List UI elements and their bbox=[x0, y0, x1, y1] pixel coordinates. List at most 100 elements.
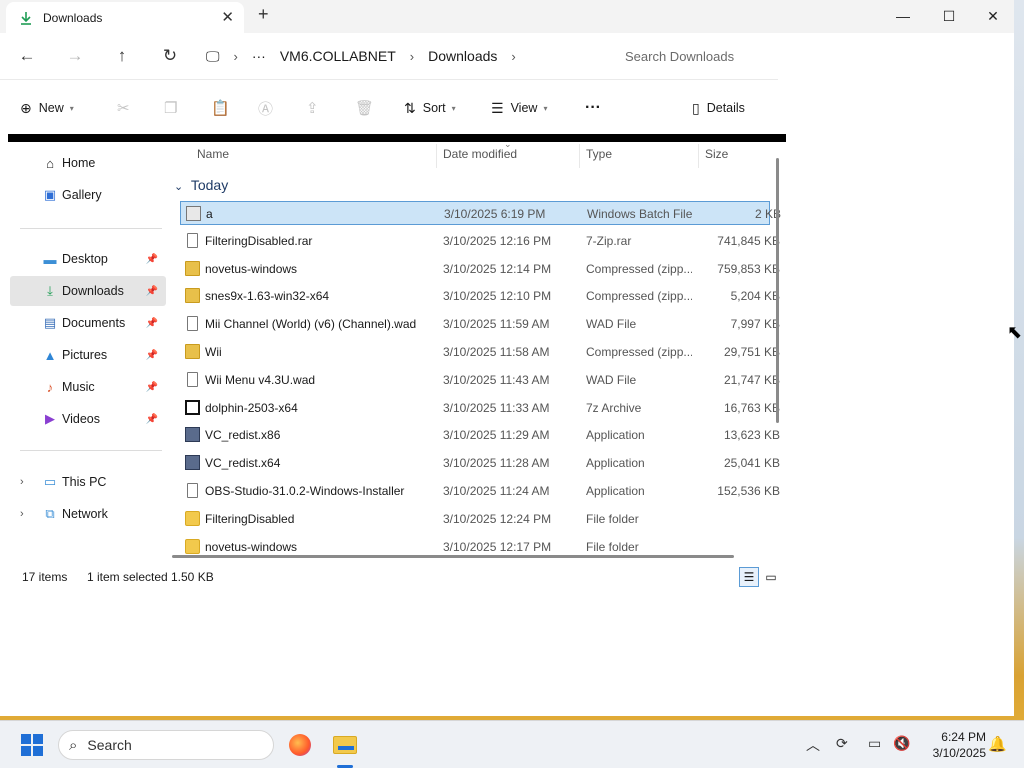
clock[interactable]: 6:24 PM 3/10/2025 bbox=[918, 729, 986, 761]
column-header-type[interactable]: Type bbox=[586, 147, 612, 161]
file-row[interactable]: Wii Menu v4.3U.wad 3/10/2025 11:43 AM WAD … bbox=[180, 368, 780, 392]
file-type: WAD File bbox=[586, 372, 637, 387]
pin-icon[interactable]: 📌 bbox=[146, 350, 158, 361]
delete-icon[interactable]: 🗑 bbox=[355, 97, 374, 119]
horizontal-scrollbar[interactable] bbox=[172, 555, 734, 558]
file-size: 29,751 KB bbox=[723, 345, 780, 359]
search-icon: ⌕ bbox=[69, 736, 78, 754]
up-arrow-icon[interactable]: ↑ bbox=[108, 43, 136, 69]
new-tab-button[interactable]: + bbox=[258, 4, 269, 25]
copy-icon[interactable]: ❐ bbox=[164, 97, 177, 119]
file-row[interactable]: FilteringDisabled.rar 3/10/2025 12:16 PM 7… bbox=[180, 229, 780, 253]
column-header-name[interactable]: Name bbox=[197, 147, 229, 161]
file-row[interactable]: OBS-Studio-31.0.2-Windows-Installer 3/10/… bbox=[180, 479, 780, 503]
file-type: WAD File bbox=[586, 317, 637, 332]
breadcrumb-more[interactable]: ··· bbox=[252, 48, 266, 64]
download-icon bbox=[21, 11, 31, 25]
music-icon: ♪ bbox=[46, 379, 54, 395]
new-button[interactable]: ⊕ New ▾ bbox=[20, 97, 74, 119]
refresh-icon[interactable]: ↻ bbox=[156, 43, 184, 69]
view-button[interactable]: ☰ View ▾ bbox=[491, 97, 547, 119]
minimize-button[interactable]: — bbox=[880, 0, 926, 32]
chevron-down-icon: ▾ bbox=[69, 103, 74, 113]
pin-icon[interactable]: 📌 bbox=[146, 286, 158, 297]
close-window-button[interactable]: ✕ bbox=[970, 0, 1016, 32]
back-arrow-icon[interactable]: ← bbox=[13, 43, 41, 69]
sidebar-item-videos[interactable]: ▶ Videos 📌 bbox=[10, 404, 166, 434]
sidebar-item-downloads[interactable]: ⤓ Downloads 📌 bbox=[10, 276, 166, 306]
sidebar-item-desktop[interactable]: ▬ Desktop 📌 bbox=[10, 244, 166, 274]
sidebar-item-label: Downloads bbox=[62, 284, 124, 298]
file-row[interactable]: Mii Channel (World) (v6) (Channel).wad 3/… bbox=[180, 312, 780, 336]
sort-button[interactable]: ⇅ Sort ▾ bbox=[404, 97, 456, 119]
column-divider[interactable] bbox=[579, 144, 580, 168]
start-button[interactable] bbox=[21, 734, 43, 756]
sidebar-item-home[interactable]: ⌂ Home bbox=[10, 148, 166, 178]
cut-icon[interactable]: ✂ bbox=[117, 97, 130, 119]
sidebar-item-documents[interactable]: ▤ Documents 📌 bbox=[10, 308, 166, 338]
see-more-button[interactable]: ··· bbox=[585, 97, 601, 119]
pin-icon[interactable]: 📌 bbox=[146, 318, 158, 329]
sync-icon[interactable]: ⟳ bbox=[836, 735, 848, 752]
vertical-scrollbar[interactable] bbox=[776, 158, 779, 423]
file-date-modified: 3/10/2025 11:33 AM bbox=[443, 400, 550, 415]
paste-icon[interactable]: 📋 bbox=[211, 97, 230, 119]
file-row[interactable]: novetus-windows 3/10/2025 12:14 PM Compres… bbox=[180, 257, 780, 281]
this-pc-icon: ▭ bbox=[43, 474, 57, 489]
share-icon[interactable]: ⇪ bbox=[306, 97, 319, 119]
file-row[interactable]: VC_redist.x86 3/10/2025 11:29 AM Applicati… bbox=[180, 423, 780, 447]
chevron-right-icon[interactable]: › bbox=[234, 49, 238, 64]
file-explorer-icon bbox=[333, 736, 357, 754]
file-row[interactable]: a 3/10/2025 6:19 PM Windows Batch File 2 KB bbox=[180, 201, 781, 225]
sidebar-item-label: Desktop bbox=[62, 252, 108, 266]
column-header-size[interactable]: Size bbox=[705, 147, 728, 161]
pin-icon[interactable]: 📌 bbox=[146, 382, 158, 393]
sidebar-item-label: Pictures bbox=[62, 348, 108, 362]
sidebar-item-pictures[interactable]: ▲ Pictures 📌 bbox=[10, 340, 166, 370]
file-explorer-taskbar-button[interactable] bbox=[330, 730, 360, 760]
column-divider[interactable] bbox=[436, 144, 437, 168]
taskbar-search[interactable]: ⌕ Search bbox=[58, 730, 274, 760]
group-header-today[interactable]: ⌄ Today bbox=[174, 177, 228, 193]
tab-downloads[interactable]: Downloads ✕ bbox=[6, 2, 244, 33]
file-row[interactable]: Wii 3/10/2025 11:58 AM Compressed (zipp...… bbox=[180, 340, 780, 364]
column-divider[interactable] bbox=[698, 144, 699, 168]
chevron-right-icon[interactable]: › bbox=[511, 49, 515, 64]
pin-icon[interactable]: 📌 bbox=[146, 414, 158, 425]
file-row[interactable]: FilteringDisabled 3/10/2025 12:24 PM File … bbox=[180, 507, 770, 531]
sort-indicator-icon: ⌄ bbox=[504, 142, 512, 149]
folder-icon bbox=[185, 510, 200, 526]
file-size: 13,623 KB bbox=[723, 428, 780, 443]
chevron-right-icon[interactable]: › bbox=[410, 49, 414, 64]
network-status-icon[interactable]: ▭ bbox=[868, 735, 881, 752]
file-row[interactable]: VC_redist.x64 3/10/2025 11:28 AM Applicati… bbox=[180, 451, 780, 475]
chevron-right-icon[interactable]: › bbox=[20, 476, 24, 488]
tiles-view-icon[interactable]: ▭ bbox=[761, 567, 781, 587]
breadcrumb-item-downloads[interactable]: Downloads bbox=[428, 48, 497, 64]
rename-icon[interactable]: Ⓐ bbox=[258, 97, 273, 119]
installer-icon bbox=[185, 427, 200, 443]
sidebar-item-music[interactable]: ♪ Music 📌 bbox=[10, 372, 166, 402]
breadcrumb-item-vm6-collabnet[interactable]: VM6.COLLABNET bbox=[280, 48, 396, 64]
navigation-pane: ⌂ Home ▣ Gallery ▬ Desktop 📌 ⤓ Downloads… bbox=[8, 142, 168, 560]
file-row[interactable]: dolphin-2503-x64 3/10/2025 11:33 AM 7z Arc… bbox=[180, 396, 780, 420]
search-input[interactable]: Search Downloads bbox=[612, 40, 774, 72]
chevron-right-icon[interactable]: › bbox=[20, 508, 24, 520]
pin-icon[interactable]: 📌 bbox=[146, 254, 158, 265]
show-hidden-icons-chevron-icon[interactable]: ︿ bbox=[806, 735, 820, 755]
maximize-button[interactable]: ☐ bbox=[926, 0, 972, 32]
notification-bell-icon[interactable]: 🔔 bbox=[988, 735, 1007, 753]
file-name: Wii Menu v4.3U.wad bbox=[205, 372, 316, 387]
monitor-icon[interactable]: 🖵 bbox=[206, 48, 220, 65]
sidebar-item-network[interactable]: › ⧉ Network bbox=[10, 499, 166, 529]
sidebar-item-gallery[interactable]: ▣ Gallery bbox=[10, 180, 166, 210]
details-pane-button[interactable]: ▯ Details bbox=[692, 97, 745, 119]
sidebar-item-this-pc[interactable]: › ▭ This PC bbox=[10, 467, 166, 497]
file-row[interactable]: snes9x-1.63-win32-x64 3/10/2025 12:10 PM C… bbox=[180, 284, 780, 308]
firefox-taskbar-button[interactable] bbox=[285, 730, 315, 760]
details-view-icon[interactable]: ☰ bbox=[739, 567, 759, 587]
volume-muted-icon[interactable]: 🔇 bbox=[893, 735, 910, 752]
forward-arrow-icon[interactable]: → bbox=[61, 43, 89, 69]
file-name: a bbox=[206, 207, 213, 221]
tab-close-icon[interactable]: ✕ bbox=[221, 8, 234, 26]
